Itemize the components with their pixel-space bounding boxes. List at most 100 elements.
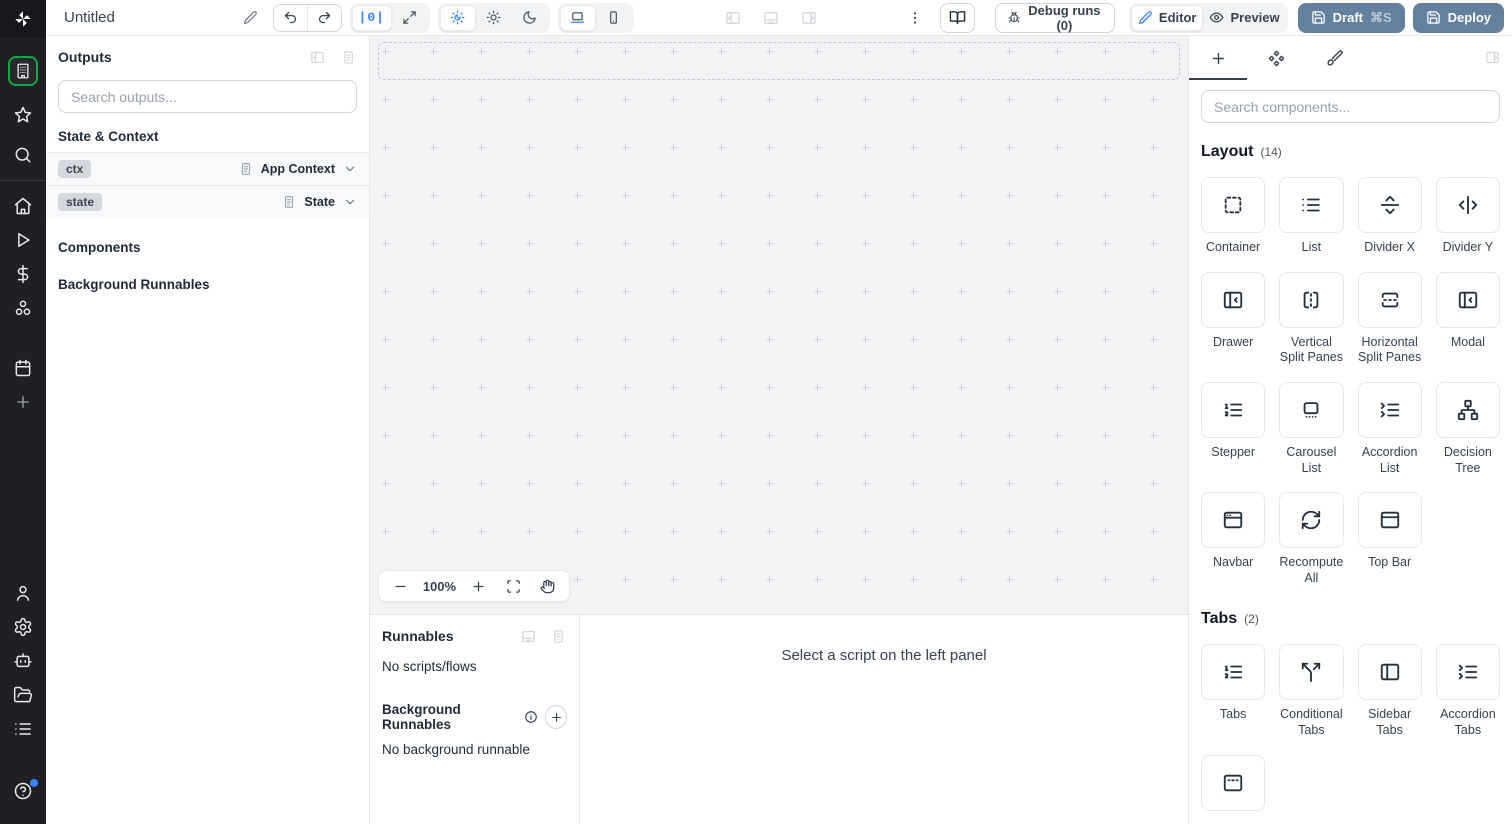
rail-logs-button[interactable] [0, 712, 46, 746]
deploy-button[interactable]: Deploy [1412, 2, 1504, 33]
component-label: Accordion Tabs [1440, 707, 1496, 737]
component-sections: Layout (14) Container List Divider X Divider … [1189, 123, 1512, 823]
pan-tool-button[interactable] [536, 574, 560, 598]
component-card-modal[interactable]: Modal [1435, 271, 1500, 366]
component-card-carousel-list[interactable]: Carousel List [1279, 381, 1344, 476]
collapse-right-panel-button[interactable] [1485, 50, 1500, 65]
refresh-icon [1279, 492, 1344, 549]
component-card-vertical-split-panes[interactable]: Vertical Split Panes [1279, 271, 1344, 366]
toggle-bottom-panel-button[interactable] [758, 5, 784, 31]
rail-help-button[interactable] [0, 774, 46, 808]
runnables-doc-button[interactable] [549, 627, 567, 645]
ctx-row[interactable]: ctx App Context [46, 152, 369, 185]
minus-icon [395, 585, 406, 587]
component-card-tabs[interactable]: Tabs [1201, 644, 1266, 738]
play-icon [18, 233, 30, 247]
zoom-out-button[interactable] [388, 574, 412, 598]
toggle-right-panel-button[interactable] [796, 5, 822, 31]
list-collapse-icon [1435, 644, 1500, 701]
component-card-divider-x[interactable]: Divider X [1357, 177, 1422, 256]
outputs-doc-button[interactable] [339, 48, 357, 66]
fit-view-button[interactable] [392, 5, 428, 31]
search-outputs-input[interactable] [58, 80, 357, 113]
canvas-drop-zone[interactable] [378, 42, 1180, 80]
component-card-decision-tree[interactable]: Decision Tree [1435, 381, 1500, 476]
outputs-title: Outputs [58, 49, 112, 65]
star-icon [14, 106, 32, 123]
component-card-horizontal-split-panes[interactable]: Horizontal Split Panes [1357, 271, 1422, 366]
zoom-reset-button[interactable]: |0| [351, 4, 392, 31]
component-label: Conditional Tabs [1280, 707, 1343, 737]
component-card-top-bar[interactable]: Top Bar [1357, 492, 1422, 586]
debug-runs-button[interactable]: Debug runs (0) [994, 2, 1115, 33]
collapse-runnables-button[interactable] [519, 627, 537, 645]
panel-left-close-icon [310, 51, 324, 63]
rail-resources-button[interactable] [0, 291, 46, 325]
component-card-panel-top-dashed[interactable] [1201, 754, 1266, 819]
book-open-icon [949, 11, 965, 24]
component-card-conditional-tabs[interactable]: Conditional Tabs [1279, 644, 1344, 738]
component-card-sidebar-tabs[interactable]: Sidebar Tabs [1357, 644, 1422, 738]
topbar: Untitled |0| Debug runs (0) Editor Previ… [46, 0, 1512, 36]
preview-tab-button[interactable]: Preview [1203, 5, 1285, 31]
rail-user-button[interactable] [0, 576, 46, 610]
resources-cluster-icon [15, 300, 31, 316]
rail-variables-button[interactable] [0, 257, 46, 291]
app-editor-active-indicator [8, 56, 38, 86]
zoom-reset-icon: |0| [358, 10, 385, 25]
rename-pencil-button[interactable] [240, 5, 262, 31]
component-card-divider-y[interactable]: Divider Y [1435, 177, 1500, 256]
rail-apps-button[interactable] [0, 52, 46, 90]
rail-home-button[interactable] [0, 189, 46, 223]
component-label: Recompute All [1279, 555, 1344, 585]
documentation-button[interactable] [939, 2, 975, 33]
theme-auto-button[interactable] [439, 4, 476, 31]
state-row[interactable]: state State [46, 185, 369, 218]
rail-schedules-button[interactable] [0, 351, 46, 385]
toggle-left-panel-button[interactable] [720, 5, 746, 31]
fit-screen-button[interactable] [501, 574, 525, 598]
component-card-accordion-tabs[interactable]: Accordion Tabs [1435, 644, 1500, 738]
plus-icon [551, 712, 561, 722]
building-icon [17, 63, 29, 79]
rail-workers-button[interactable] [0, 644, 46, 678]
tab-theme[interactable] [1305, 36, 1363, 80]
theme-light-button[interactable] [476, 5, 512, 31]
state-context-header: State & Context [58, 129, 159, 144]
app-canvas[interactable]: 100% [370, 36, 1188, 614]
draft-save-button[interactable]: Draft ⌘S [1297, 2, 1405, 33]
component-card-navbar[interactable]: Navbar [1201, 492, 1266, 586]
device-desktop-button[interactable] [559, 4, 596, 31]
rail-add-button[interactable] [0, 385, 46, 419]
undo-button[interactable] [274, 4, 308, 31]
search-components-input[interactable] [1201, 90, 1500, 123]
rail-favorites-button[interactable] [0, 98, 46, 132]
tab-insert-component[interactable] [1189, 36, 1247, 80]
device-mobile-button[interactable] [596, 5, 632, 31]
plus-icon [1212, 52, 1224, 64]
rail-runs-button[interactable] [0, 223, 46, 257]
component-card-list[interactable]: List [1279, 177, 1344, 256]
component-card-accordion-list[interactable]: Accordion List [1357, 381, 1422, 476]
rail-search-button[interactable] [0, 138, 46, 172]
rail-settings-button[interactable] [0, 610, 46, 644]
component-card-recompute-all[interactable]: Recompute All [1279, 492, 1344, 586]
bug-icon [1008, 11, 1020, 23]
component-card-drawer[interactable]: Drawer [1201, 271, 1266, 366]
more-menu-button[interactable] [904, 5, 926, 31]
tab-component-settings[interactable] [1247, 36, 1305, 80]
chevron-down-icon[interactable] [343, 162, 357, 176]
redo-button[interactable] [307, 4, 341, 31]
rail-folders-button[interactable] [0, 678, 46, 712]
windmill-logo[interactable] [0, 0, 46, 38]
list-ordered-icon [1201, 644, 1266, 701]
zoom-in-button[interactable] [467, 574, 491, 598]
add-background-runnable-button[interactable] [545, 705, 567, 729]
collapse-outputs-button[interactable] [308, 48, 326, 66]
theme-dark-button[interactable] [512, 5, 548, 31]
chevron-down-icon[interactable] [343, 195, 357, 209]
component-card-container[interactable]: Container [1201, 177, 1266, 256]
editor-tab-button[interactable]: Editor [1130, 4, 1204, 31]
component-card-stepper[interactable]: Stepper [1201, 381, 1266, 476]
state-badge: state [58, 193, 103, 211]
